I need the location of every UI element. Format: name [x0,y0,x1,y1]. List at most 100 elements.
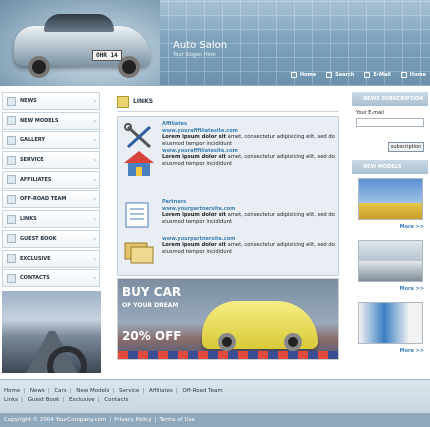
road-photo [2,291,101,373]
separator: | [142,388,145,394]
promo-banner[interactable]: BUY CAR OF YOUR DREAM 20% OFF [117,278,339,360]
top-nav-label: Search [335,72,355,78]
footer-link[interactable]: Links [4,397,18,403]
menu-item-off-road-team[interactable]: OFF-ROAD TEAM › [2,190,100,209]
separator: | [154,417,157,423]
desc-bold: Lorem ipsum dolor sit [162,212,226,218]
car-wheel-icon [218,333,236,351]
menu-item-label: NEW MODELS [20,117,59,124]
car-wheel-icon [28,56,50,78]
model-image-smart-car[interactable] [358,302,423,344]
document-icon [125,202,149,228]
desc-bold: Lorem ipsum dolor sit [162,242,226,248]
menu-item-gallery[interactable]: GALLERY › [2,131,100,150]
separator: | [175,388,178,394]
main-content: LINKS Affiliates www.yourafffiliatesite.… [117,92,339,360]
model-image-silver-car[interactable] [358,240,423,282]
top-nav: Home Search E-Mail Home [290,72,426,78]
top-nav-home-2[interactable]: Home [400,72,426,78]
chevron-right-icon: › [93,196,96,204]
car-window-shape [44,14,114,32]
model-image-yellow-car[interactable] [358,178,423,220]
links-heading: LINKS [117,92,339,112]
menu-item-label: AFFILIATES [20,176,52,183]
email-label: Your E-mail [356,110,384,116]
footer-link[interactable]: Cars [54,388,66,394]
menu-item-affiliates[interactable]: AFFILIATES › [2,170,100,189]
chevron-right-icon: › [93,216,96,224]
site-slogan: Your Slogan Here [173,52,216,58]
more-link[interactable]: More >> [400,286,424,292]
more-link[interactable]: More >> [400,348,424,354]
chevron-right-icon: › [93,157,96,165]
menu-item-new-models[interactable]: NEW MODELS › [2,111,100,130]
site-title[interactable]: Auto Salon [173,40,227,51]
menu-item-label: SERVICE [20,157,44,164]
menu-item-exclusive[interactable]: EXCLUSIVE › [2,249,100,268]
separator: | [109,417,112,423]
top-nav-email[interactable]: E-Mail [364,72,391,78]
menu-bullet-icon [7,214,16,224]
subscribe-button[interactable]: subscription [388,142,424,152]
separator: | [23,388,26,394]
model-card: More >> [352,174,428,236]
top-nav-label: Home [409,72,426,78]
menu-item-guest-book[interactable]: GUEST BOOK › [2,229,100,248]
terms-link[interactable]: Terms of Use [159,417,194,423]
footer-link[interactable]: News [30,388,45,394]
affiliate-entry: www.yourafffiliatesite.com Lorem ipsum d… [122,147,335,181]
home-icon [400,72,407,78]
site-footer: Home | News | Cars | New Models | Service | A… [0,379,430,427]
footer-link[interactable]: Exclusive [69,397,95,403]
separator: | [47,388,50,394]
menu-bullet-icon [7,254,16,263]
menu-item-links[interactable]: LINKS › [2,210,100,229]
new-models-heading: NEW MODELS [352,160,428,174]
menu-item-label: GALLERY [20,137,45,144]
footer-link[interactable]: Contacts [104,397,128,403]
page-title: LINKS [133,98,154,105]
site-header: OHR 14 Auto Salon Your Slogan Here Home … [0,0,430,86]
menu-item-label: LINKS [20,216,37,223]
partner-desc: Lorem ipsum dolor sit amet, consectetur … [162,242,338,256]
promo-line-1: BUY CAR [122,285,182,299]
left-menu: NEWS › NEW MODELS › GALLERY › SERVICE › AFFI… [2,92,100,289]
top-nav-search[interactable]: Search [326,72,354,78]
search-icon [326,72,333,78]
email-icon [364,72,371,78]
newsletter-heading: NEWS SUBSCRIPTION [352,92,428,106]
model-card: More >> [352,236,428,298]
links-icon [117,95,129,108]
desc-bold: Lorem ipsum dolor sit [162,134,226,140]
footer-link[interactable]: Affiliates [149,388,173,394]
header-car-image: OHR 14 [0,0,160,86]
top-nav-label: E-Mail [373,72,391,78]
separator: | [112,388,115,394]
footer-link[interactable]: Guest Book [28,397,60,403]
menu-item-label: CONTACTS [20,275,50,282]
menu-bullet-icon [7,194,16,204]
menu-bullet-icon [7,273,16,283]
menu-item-news[interactable]: NEWS › [2,92,100,110]
email-field[interactable] [356,118,424,127]
top-nav-home[interactable]: Home [290,72,317,78]
footer-link[interactable]: Service [119,388,139,394]
footer-link[interactable]: New Models [76,388,109,394]
partner-desc: Lorem ipsum dolor sit amet, consectetur … [162,212,338,226]
affiliates-box: Affiliates www.yourafffiliatesite.com Lo… [117,116,339,276]
folders-icon [124,242,154,264]
separator: | [21,397,23,403]
affiliate-entry: www.yourpartnersite.com Lorem ipsum dolo… [122,235,335,269]
desc-bold: Lorem ipsum dolor sit [162,154,226,160]
more-link[interactable]: More >> [400,224,424,230]
menu-item-contacts[interactable]: CONTACTS › [2,269,100,288]
house-icon [124,151,154,176]
privacy-link[interactable]: Privacy Policy [114,417,151,423]
menu-bullet-icon [7,234,16,244]
menu-item-label: OFF-ROAD TEAM [20,196,67,203]
top-nav-label: Home [299,72,317,78]
separator: | [97,397,100,403]
menu-item-service[interactable]: SERVICE › [2,151,100,170]
footer-link[interactable]: Home [4,388,20,394]
footer-link[interactable]: Off-Road Team [183,388,223,394]
